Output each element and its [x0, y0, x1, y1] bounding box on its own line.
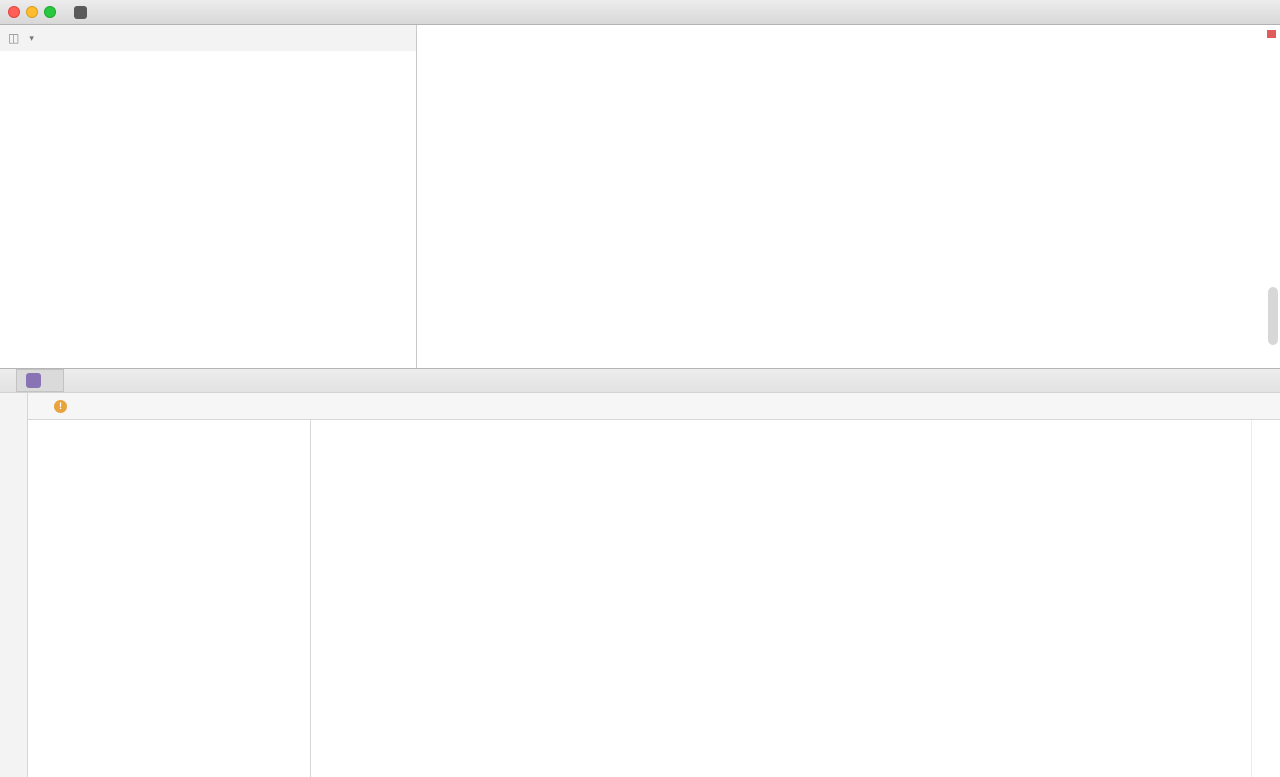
project-panel-header: ◫ ▾ [0, 25, 416, 51]
console-right-toolbar [1251, 420, 1280, 777]
minimize-window-button[interactable] [26, 6, 38, 18]
document-icon [74, 6, 87, 19]
project-panel-icon: ◫ [8, 31, 19, 45]
run-panel: ! [0, 368, 1280, 777]
editor[interactable] [417, 25, 1280, 368]
zoom-window-button[interactable] [44, 6, 56, 18]
titlebar [0, 0, 1280, 25]
test-results-tree [28, 420, 311, 777]
php-file-icon [26, 373, 41, 388]
warning-icon: ! [54, 400, 67, 413]
run-left-toolbar [0, 393, 28, 777]
editor-scrollbar[interactable] [1268, 287, 1278, 345]
run-tab[interactable] [16, 369, 64, 392]
chevron-down-icon[interactable]: ▾ [29, 33, 34, 44]
run-tabbar [0, 369, 1280, 393]
run-content: ! [0, 393, 1280, 777]
close-window-button[interactable] [8, 6, 20, 18]
project-panel: ◫ ▾ [0, 25, 417, 368]
workspace: ◫ ▾ [0, 25, 1280, 368]
console-output [311, 420, 1251, 777]
editor-lines [417, 25, 1280, 368]
test-toolbar: ! [28, 393, 1280, 420]
error-stripe-mark[interactable] [1267, 30, 1276, 38]
run-panes [28, 420, 1280, 777]
test-status: ! [54, 400, 79, 413]
project-tree [0, 51, 416, 368]
run-main: ! [28, 393, 1280, 777]
